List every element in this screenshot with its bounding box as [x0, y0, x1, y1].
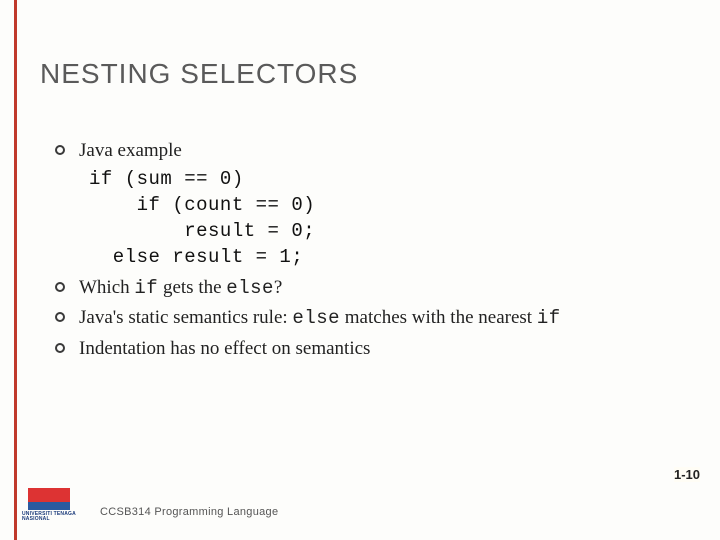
logo-blue-stripe [28, 502, 70, 510]
bullet-text: Indentation has no effect on semantics [79, 338, 370, 359]
text: ? [274, 277, 282, 298]
page-number: 1-10 [674, 467, 700, 482]
text: Which [79, 277, 134, 298]
slide: NESTING SELECTORS Java example if (sum =… [0, 0, 720, 540]
text: matches with the nearest [340, 307, 537, 328]
bullet-which-if: Which if gets the else? [55, 275, 665, 302]
code-if: if [134, 277, 158, 299]
logo-text: UNIVERSITI TENAGA NASIONAL [22, 512, 82, 522]
logo-red-stripe [28, 488, 70, 502]
code-block: if (sum == 0) if (count == 0) result = 0… [89, 166, 665, 271]
bullet-semantics-rule: Java's static semantics rule: else match… [55, 305, 665, 332]
code-else: else [226, 277, 274, 299]
university-logo: UNIVERSITI TENAGA NASIONAL [18, 484, 82, 532]
bullet-java-example: Java example if (sum == 0) if (count == … [55, 138, 665, 271]
code-if: if [537, 307, 561, 329]
footer-text: CCSB314 Programming Language [100, 506, 278, 518]
code-else: else [292, 307, 340, 329]
bullet-indentation: Indentation has no effect on semantics [55, 336, 665, 362]
slide-title: NESTING SELECTORS [40, 58, 358, 90]
text: gets the [158, 277, 226, 298]
text: Java's static semantics rule: [79, 307, 292, 328]
bullet-text: Java example [79, 140, 182, 161]
slide-content: Java example if (sum == 0) if (count == … [55, 138, 665, 365]
left-accent-bar [14, 0, 17, 540]
